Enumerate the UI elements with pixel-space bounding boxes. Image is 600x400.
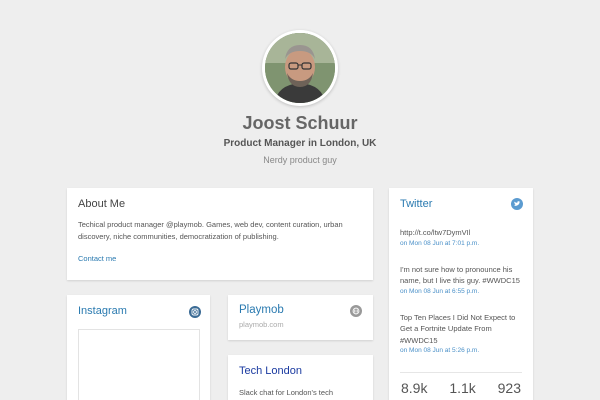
following-count: 1.1k bbox=[449, 380, 476, 396]
tweet-item[interactable]: I'm not sure how to pronounce his name, … bbox=[400, 264, 522, 295]
tweet-item[interactable]: Top Ten Places I Did Not Expect to Get a… bbox=[400, 312, 522, 355]
techlondon-title[interactable]: Tech London bbox=[239, 365, 362, 377]
playmob-card[interactable]: Playmob playmob.com bbox=[228, 295, 373, 340]
tweets-count: 8.9k bbox=[401, 380, 428, 396]
instagram-title[interactable]: Instagram bbox=[78, 305, 199, 317]
instagram-card: Instagram bbox=[67, 295, 210, 400]
avatar bbox=[262, 30, 338, 106]
twitter-title[interactable]: Twitter bbox=[400, 198, 522, 210]
tweet-text: Top Ten Places I Did Not Expect to Get a… bbox=[400, 312, 516, 345]
instagram-feed bbox=[78, 329, 200, 400]
playmob-url: playmob.com bbox=[239, 320, 284, 329]
tweet-text[interactable]: http://t.co/ltw7DymVIl bbox=[400, 227, 522, 239]
profile-tagline: Nerdy product guy bbox=[263, 155, 337, 165]
twitter-icon[interactable] bbox=[511, 198, 523, 210]
contact-link[interactable]: Contact me bbox=[78, 254, 362, 263]
tweet-item[interactable]: http://t.co/ltw7DymVIl on Mon 08 Jun at … bbox=[400, 227, 522, 247]
twitter-divider bbox=[400, 372, 522, 373]
twitter-stats: 8.9k 1.1k 923 bbox=[400, 380, 522, 396]
profile-role: Product Manager in London, UK bbox=[223, 138, 377, 149]
globe-icon[interactable] bbox=[350, 305, 362, 317]
techlondon-description: Slack chat for London's tech bbox=[239, 388, 333, 397]
about-card: About Me Techical product manager @playm… bbox=[67, 188, 373, 280]
tweet-time[interactable]: on Mon 08 Jun at 5:26 p.m. bbox=[400, 347, 522, 354]
profile-name: Joost Schuur bbox=[242, 113, 358, 133]
tweet-time[interactable]: on Mon 08 Jun at 6:55 p.m. bbox=[400, 288, 522, 295]
twitter-card: Twitter http://t.co/ltw7DymVIl on Mon 08… bbox=[389, 188, 533, 400]
profile-photo-image bbox=[265, 33, 335, 103]
profile-photo bbox=[265, 33, 335, 103]
tweet-time[interactable]: on Mon 08 Jun at 7:01 p.m. bbox=[400, 240, 522, 247]
followers-count: 923 bbox=[497, 380, 521, 396]
about-description: Techical product manager @playmob. Games… bbox=[78, 220, 343, 241]
tweet-text: I'm not sure how to pronounce his name, … bbox=[400, 264, 520, 286]
techlondon-card[interactable]: Tech London Slack chat for London's tech bbox=[228, 355, 373, 400]
about-title: About Me bbox=[78, 198, 126, 210]
instagram-icon[interactable] bbox=[189, 306, 201, 318]
playmob-title[interactable]: Playmob bbox=[239, 304, 362, 316]
